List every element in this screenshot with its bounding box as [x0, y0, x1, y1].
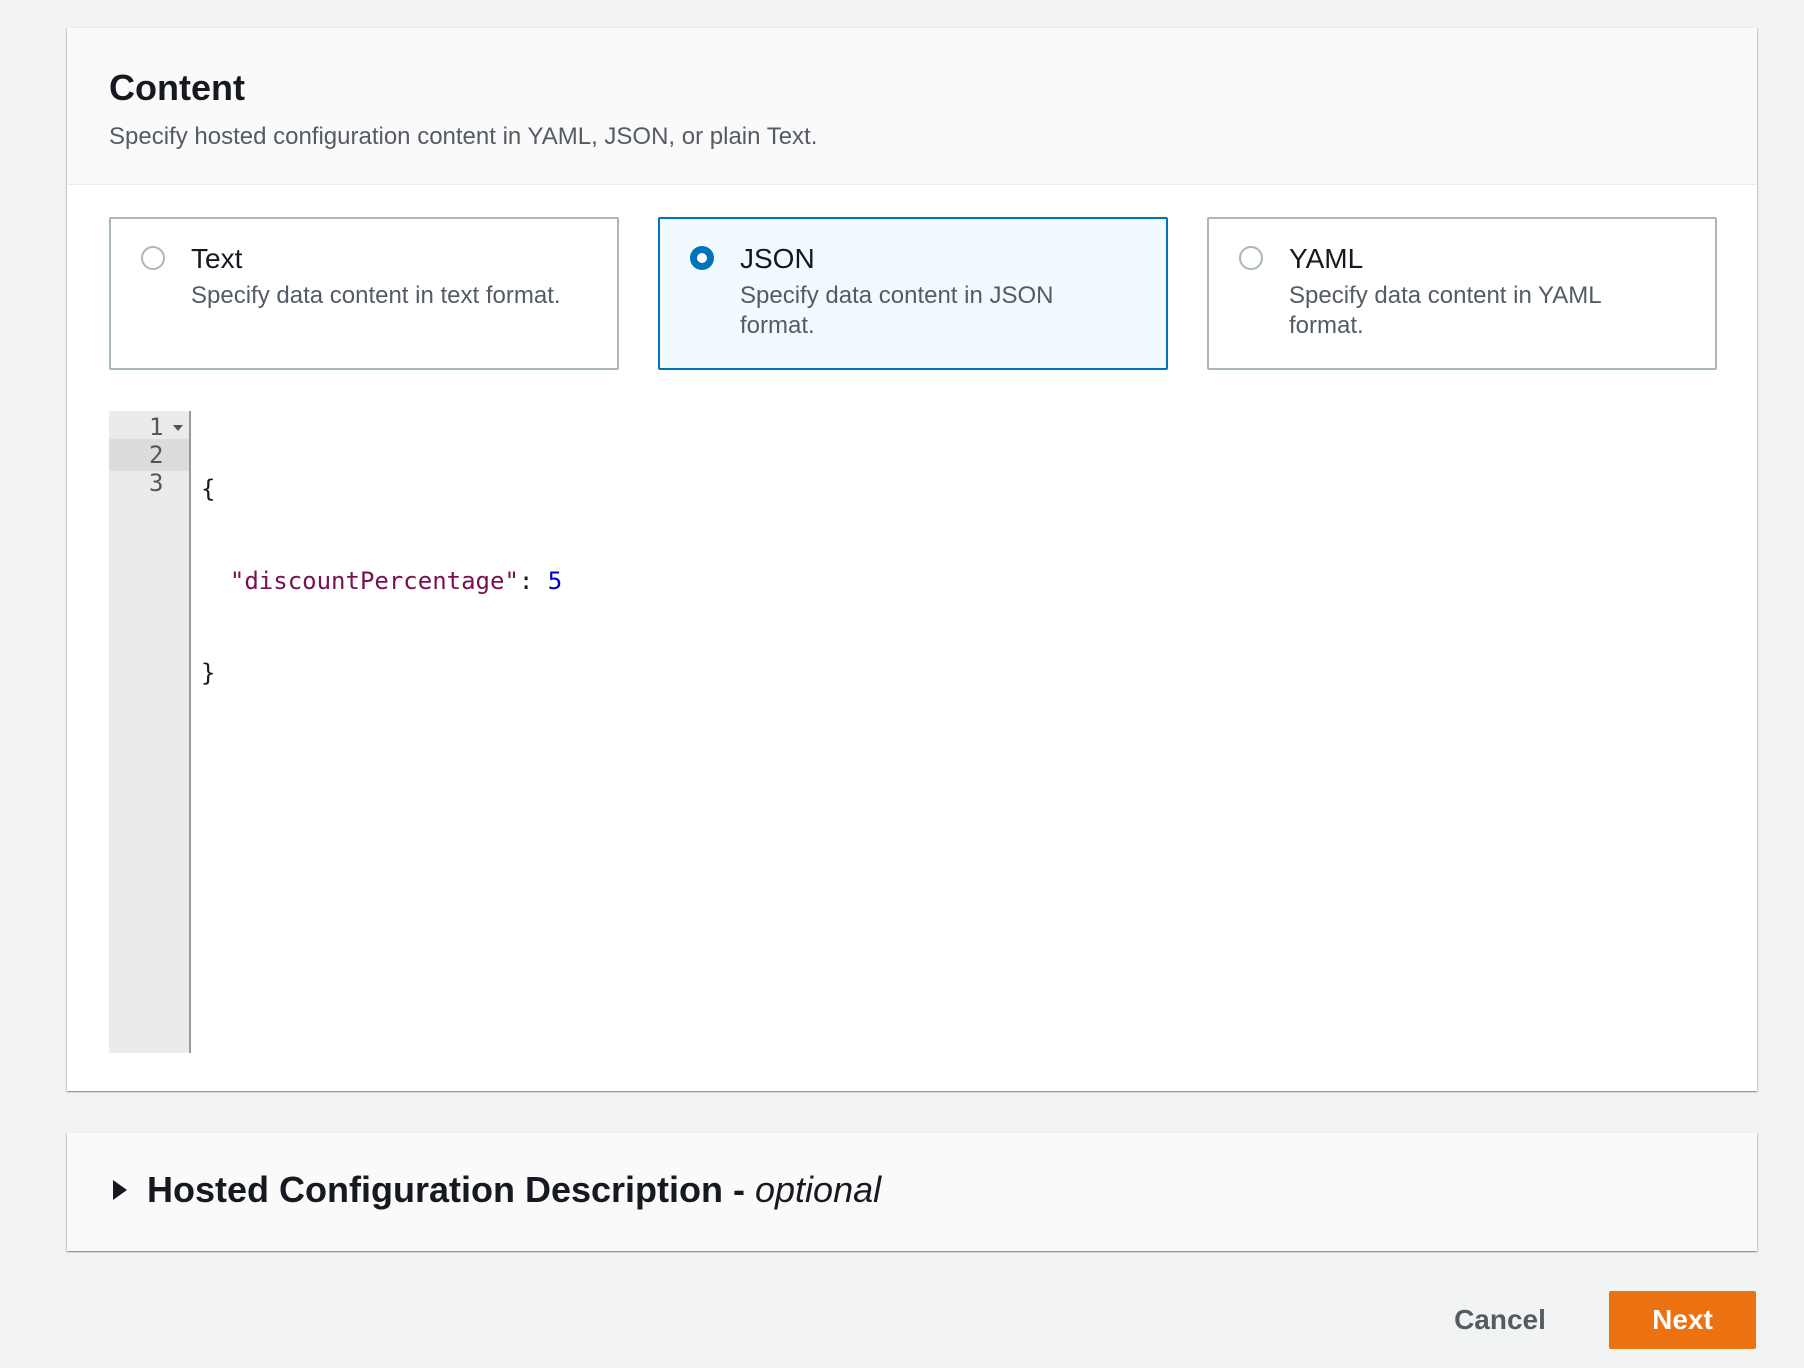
format-tile-json[interactable]: JSON Specify data content in JSON format… — [658, 217, 1168, 370]
content-panel: Content Specify hosted configuration con… — [67, 27, 1757, 1091]
content-subtitle: Specify hosted configuration content in … — [109, 123, 818, 151]
code-line: "discountPercentage": 5 — [201, 567, 1715, 595]
code-token-brace: } — [201, 659, 216, 687]
code-editor[interactable]: 1 2 3 { "discountPercentage": 5 } — [109, 411, 1715, 1053]
optional-label: optional — [755, 1169, 882, 1210]
radio-text[interactable] — [141, 246, 165, 270]
next-button[interactable]: Next — [1609, 1291, 1756, 1349]
description-expander[interactable]: Hosted Configuration Description - optio… — [113, 1169, 881, 1211]
format-tile-description: Specify data content in JSON format. — [740, 282, 1054, 339]
format-tile-label: JSON — [740, 243, 815, 274]
format-tile-label: YAML — [1289, 243, 1364, 274]
caret-right-icon[interactable] — [113, 1180, 127, 1200]
content-panel-header: Content Specify hosted configuration con… — [67, 28, 1757, 185]
code-token-number: 5 — [547, 567, 563, 595]
format-tile-description: Specify data content in text format. — [191, 282, 561, 309]
description-title: Hosted Configuration Description - — [147, 1169, 745, 1210]
line-number-text: 1 — [149, 413, 164, 441]
description-panel: Hosted Configuration Description - optio… — [67, 1132, 1757, 1251]
line-number: 3 — [109, 467, 189, 499]
code-token-brace: { — [201, 475, 216, 503]
line-number-text: 2 — [149, 441, 164, 469]
format-tile-label: Text — [191, 243, 243, 274]
content-title: Content — [109, 67, 245, 108]
cancel-button[interactable]: Cancel — [1430, 1291, 1570, 1349]
format-tile-text[interactable]: Text Specify data content in text format… — [109, 217, 619, 370]
code-token-key: "discountPercentage" — [229, 567, 519, 595]
fold-chevron-down-icon[interactable] — [173, 425, 183, 431]
code-token-colon: : — [518, 567, 548, 595]
radio-json[interactable] — [690, 246, 714, 270]
format-tile-description: Specify data content in YAML format. — [1289, 282, 1601, 339]
format-tile-yaml[interactable]: YAML Specify data content in YAML format… — [1207, 217, 1717, 370]
radio-yaml[interactable] — [1239, 246, 1263, 270]
editor-code-area[interactable]: { "discountPercentage": 5 } — [201, 411, 1715, 751]
line-number-text: 3 — [149, 469, 164, 497]
editor-gutter: 1 2 3 — [109, 411, 191, 1053]
code-line: { — [201, 475, 1715, 503]
format-radio-group: Text Specify data content in text format… — [109, 217, 1717, 372]
code-line: } — [201, 659, 1715, 687]
